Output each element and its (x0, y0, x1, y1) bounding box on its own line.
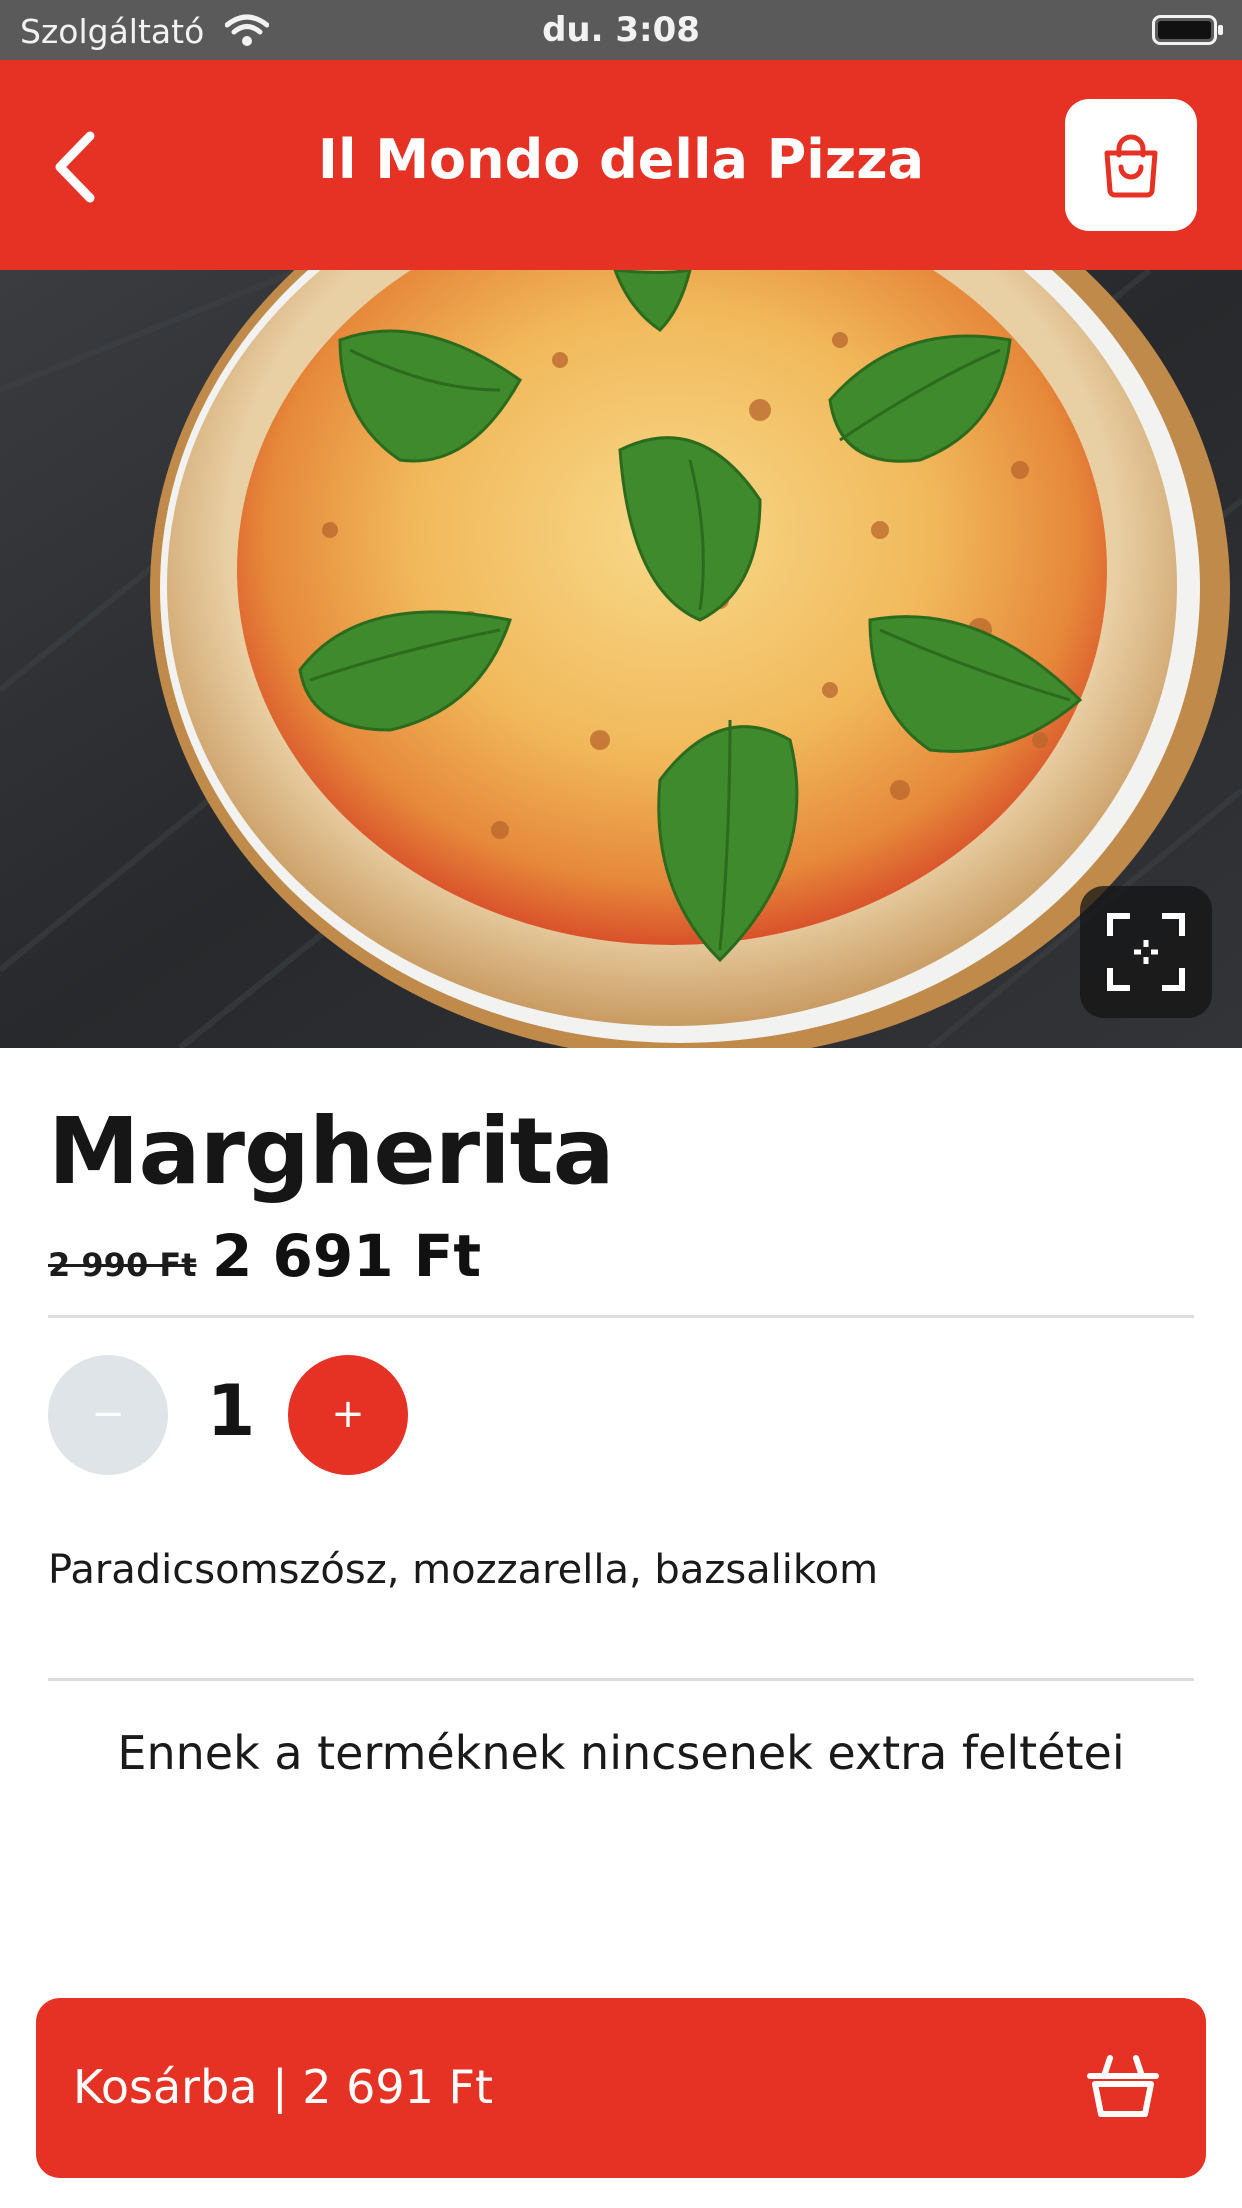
back-button[interactable] (38, 122, 118, 212)
fullscreen-button[interactable] (1080, 886, 1212, 1018)
add-to-cart-button[interactable]: Kosárba | 2 691 Ft (36, 1998, 1206, 2178)
add-to-cart-label: Kosárba | 2 691 Ft (73, 2060, 494, 2114)
quantity-increase-button[interactable]: + (288, 1355, 408, 1475)
quantity-value: 1 (206, 1370, 256, 1452)
product-name: Margherita (48, 1098, 615, 1205)
page-title: Il Mondo della Pizza (317, 128, 925, 191)
product-image[interactable] (0, 270, 1242, 1048)
status-time: du. 3:08 (542, 10, 700, 50)
old-price: 2 990 Ft (48, 1246, 197, 1284)
chevron-left-icon (55, 131, 95, 203)
product-screen: Szolgáltató du. 3:08 Il Mondo della Pizz… (0, 0, 1242, 2208)
quantity-decrease-button[interactable]: − (48, 1355, 168, 1475)
no-extras-message: Ennek a terméknek nincsenek extra feltét… (117, 1726, 1125, 1780)
basket-icon (1087, 2055, 1159, 2117)
status-bar: Szolgáltató du. 3:08 (0, 0, 1242, 60)
product-description: Paradicsomszósz, mozzarella, bazsalikom (48, 1547, 879, 1593)
current-price: 2 691 Ft (212, 1222, 482, 1290)
divider (48, 1678, 1194, 1681)
pizza-image (0, 270, 1242, 1048)
battery-icon (1152, 15, 1223, 45)
divider (48, 1315, 1194, 1318)
cart-button[interactable] (1065, 99, 1197, 231)
fullscreen-icon (1107, 913, 1185, 991)
shopping-bag-icon (1104, 134, 1158, 198)
app-header: Il Mondo della Pizza (0, 60, 1242, 270)
